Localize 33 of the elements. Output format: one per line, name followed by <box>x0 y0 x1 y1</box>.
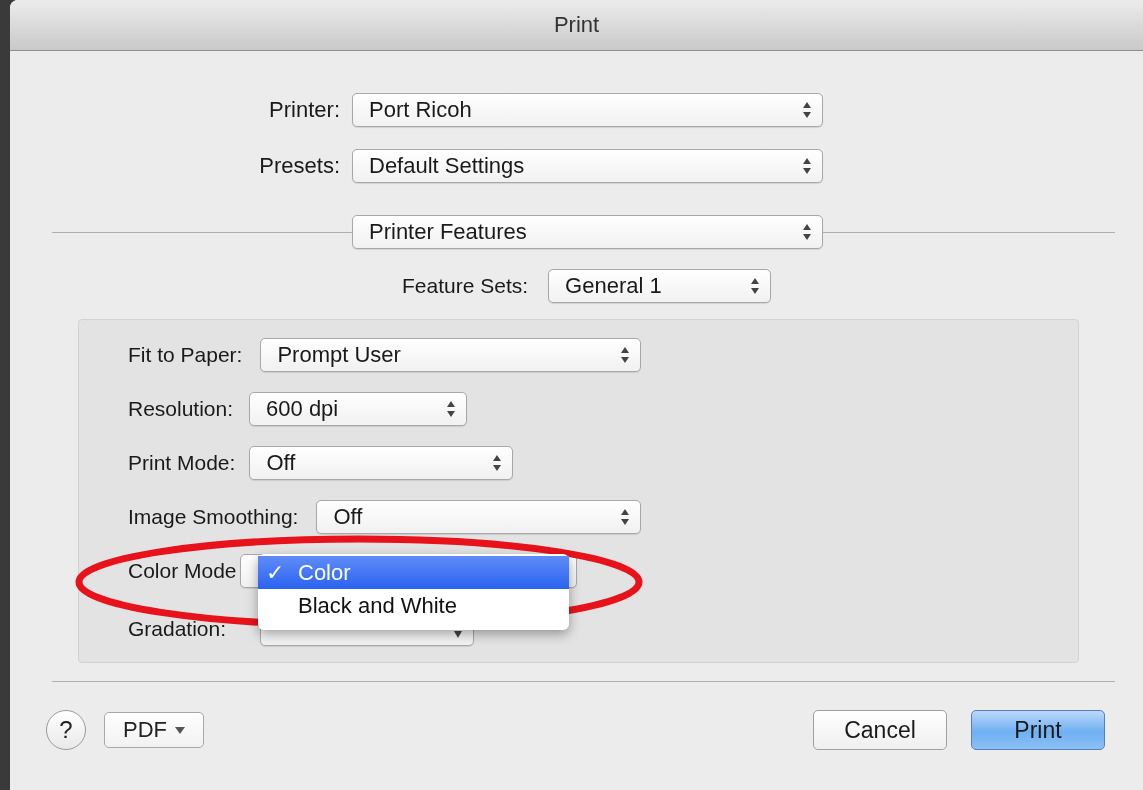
popup-menu-button[interactable]: Default Settings <box>352 149 823 183</box>
popup-menu-button[interactable]: 600 dpi <box>249 392 468 426</box>
stepper-arrows-icon <box>620 508 631 526</box>
field-label: Print Mode: <box>128 451 236 475</box>
field-label: Fit to Paper: <box>128 343 243 367</box>
cancel-button[interactable]: Cancel <box>813 710 947 750</box>
stepper-arrows-icon <box>802 101 812 119</box>
stepper-arrows-icon <box>492 454 503 472</box>
window-title: Print <box>553 12 600 38</box>
stepper-arrows-icon <box>802 157 812 175</box>
caret-icon <box>175 726 185 734</box>
popup-menu-button[interactable]: General 1 <box>548 269 772 303</box>
field-label: Printer: <box>268 97 341 123</box>
stepper-arrows-icon <box>802 223 812 241</box>
menu-item[interactable]: Black and White <box>258 589 569 622</box>
field-label: Resolution: <box>128 397 234 421</box>
popup-menu-button[interactable]: Off <box>249 446 514 480</box>
popup-menu-button[interactable]: Port Ricoh <box>352 93 823 127</box>
field-label: Presets: <box>258 153 341 179</box>
pdf-menu-button[interactable]: PDF <box>104 712 204 748</box>
help-button[interactable]: ? <box>46 710 86 750</box>
popup-menu-button[interactable]: Off <box>316 500 642 534</box>
stepper-arrows-icon <box>750 277 761 295</box>
field-label: Feature Sets: <box>402 274 530 298</box>
menu-item[interactable]: ✓ Color <box>258 556 569 589</box>
panel-selector-popup[interactable]: Printer Features <box>352 215 823 249</box>
field-label: Gradation: <box>128 617 227 641</box>
print-button[interactable]: Print <box>971 710 1105 750</box>
stepper-arrows-icon <box>620 346 631 364</box>
field-label: Image Smoothing: <box>128 505 299 529</box>
stepper-arrows-icon <box>446 400 457 418</box>
field-label: Color Mode <box>128 559 237 583</box>
popup-menu-button[interactable]: Prompt User <box>260 338 642 372</box>
